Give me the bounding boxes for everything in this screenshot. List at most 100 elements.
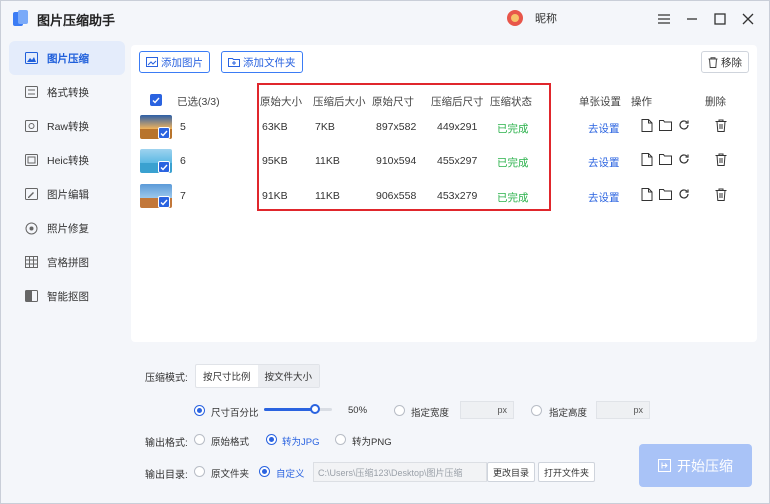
- row-checkbox[interactable]: [158, 196, 170, 208]
- comp-size: 11KB: [315, 155, 340, 167]
- single-setting-link[interactable]: 去设置: [588, 190, 620, 205]
- format-jpg-label: 转为JPG: [282, 437, 320, 448]
- maximize-icon[interactable]: [709, 9, 731, 29]
- sidebar-item-format-convert[interactable]: 格式转换: [9, 75, 125, 109]
- table-row[interactable]: 5 63KB 7KB 897x582 449x291 已完成 去设置: [131, 115, 757, 149]
- user-nickname[interactable]: 昵称: [535, 10, 557, 26]
- minimize-icon[interactable]: [681, 9, 703, 29]
- app-logo-icon: [13, 10, 29, 28]
- add-image-label: 添加图片: [161, 56, 203, 69]
- start-compress-label: 开始压缩: [677, 457, 733, 474]
- header-single-setting: 单张设置: [579, 96, 621, 108]
- px-unit: px: [497, 405, 507, 415]
- open-folder-button[interactable]: 打开文件夹: [538, 462, 596, 482]
- sidebar-item-image-edit[interactable]: 图片编辑: [9, 177, 125, 211]
- size-percent-radio[interactable]: [194, 405, 205, 416]
- format-original-label: 原始格式: [211, 437, 250, 448]
- file-icon[interactable]: [641, 153, 653, 166]
- file-icon[interactable]: [641, 188, 653, 201]
- status-badge: 已完成: [497, 192, 529, 204]
- title-bar: 图片压缩助手 昵称: [1, 1, 769, 37]
- refresh-icon[interactable]: [678, 119, 690, 131]
- header-status: 压缩状态: [490, 96, 532, 108]
- header-orig-size: 原始大小: [260, 96, 302, 108]
- file-name: 5: [180, 121, 186, 133]
- table-row[interactable]: 6 95KB 11KB 910x594 455x297 已完成 去设置: [131, 149, 757, 183]
- dir-custom-label: 自定义: [276, 469, 305, 480]
- smart-cutout-icon: [24, 289, 38, 303]
- start-compress-button[interactable]: 开始压缩: [639, 444, 752, 487]
- height-input[interactable]: px: [596, 401, 650, 419]
- folder-icon[interactable]: [659, 153, 672, 165]
- comp-dim: 453x279: [437, 190, 478, 202]
- refresh-icon[interactable]: [678, 153, 690, 165]
- sidebar-item-photo-repair[interactable]: 照片修复: [9, 211, 125, 245]
- status-badge: 已完成: [497, 157, 529, 169]
- image-edit-icon: [24, 187, 38, 201]
- mode-by-size-ratio[interactable]: 按尺寸比例: [196, 365, 258, 387]
- orig-dim: 910x594: [376, 155, 417, 167]
- dir-custom-radio[interactable]: [259, 466, 270, 477]
- size-percent-slider[interactable]: [264, 404, 332, 414]
- sidebar-item-smart-cutout[interactable]: 智能抠图: [9, 279, 125, 313]
- delete-icon[interactable]: [715, 153, 727, 166]
- remove-label: 移除: [721, 56, 742, 69]
- status-badge: 已完成: [497, 123, 529, 135]
- add-image-button[interactable]: 添加图片: [139, 51, 210, 73]
- dir-original-radio[interactable]: [194, 466, 205, 477]
- comp-size: 11KB: [315, 190, 340, 202]
- header-comp-size: 压缩后大小: [313, 96, 366, 108]
- check-icon: [160, 199, 168, 206]
- width-input[interactable]: px: [460, 401, 514, 419]
- slider-handle[interactable]: [310, 404, 320, 414]
- mode-by-file-size[interactable]: 按文件大小: [257, 365, 320, 387]
- refresh-icon[interactable]: [678, 188, 690, 200]
- output-path-field[interactable]: C:\Users\压缩123\Desktop\图片压缩: [313, 462, 487, 482]
- user-profile[interactable]: 昵称: [507, 10, 557, 26]
- row-checkbox[interactable]: [158, 161, 170, 173]
- sidebar-item-raw-convert[interactable]: Raw转换: [9, 109, 125, 143]
- table-row[interactable]: 7 91KB 11KB 906x558 453x279 已完成 去设置: [131, 184, 757, 218]
- sidebar-item-image-compress[interactable]: 图片压缩: [9, 41, 125, 75]
- sidebar: 图片压缩 格式转换 Raw转换 Heic转换 图片编辑 照片修复 宫格拼图 智能…: [1, 41, 131, 313]
- menu-icon[interactable]: [653, 9, 675, 29]
- single-setting-link[interactable]: 去设置: [588, 121, 620, 136]
- sidebar-item-label: Raw转换: [47, 120, 90, 133]
- add-folder-button[interactable]: 添加文件夹: [221, 51, 303, 73]
- height-radio[interactable]: [531, 405, 542, 416]
- format-png-label: 转为PNG: [352, 437, 392, 448]
- selected-count: 已选(3/3): [177, 96, 220, 108]
- sidebar-item-label: 格式转换: [47, 86, 89, 99]
- remove-button[interactable]: 移除: [701, 51, 749, 73]
- heic-convert-icon: [24, 153, 38, 167]
- close-icon[interactable]: [737, 9, 759, 29]
- folder-icon[interactable]: [659, 119, 672, 131]
- image-compress-icon: [24, 51, 38, 65]
- output-format-label: 输出格式:: [145, 438, 188, 449]
- single-setting-link[interactable]: 去设置: [588, 155, 620, 170]
- format-jpg-radio[interactable]: [266, 434, 277, 445]
- add-folder-label: 添加文件夹: [243, 56, 296, 69]
- delete-icon[interactable]: [715, 119, 727, 132]
- select-all-checkbox[interactable]: [150, 94, 162, 106]
- avatar[interactable]: [507, 10, 523, 26]
- orig-dim: 906x558: [376, 190, 417, 202]
- sidebar-item-label: 宫格拼图: [47, 256, 89, 269]
- width-radio[interactable]: [394, 405, 405, 416]
- height-label: 指定高度: [549, 408, 588, 419]
- width-label: 指定宽度: [411, 408, 450, 419]
- folder-icon[interactable]: [659, 188, 672, 200]
- file-list-panel: 添加图片 添加文件夹 移除 已选(3/3) 原始大小 压缩后大小 原始尺寸 压缩…: [131, 45, 757, 342]
- format-original-radio[interactable]: [194, 434, 205, 445]
- sidebar-item-grid-collage[interactable]: 宫格拼图: [9, 245, 125, 279]
- slider-fill: [264, 408, 315, 411]
- trash-icon: [708, 56, 718, 68]
- file-icon[interactable]: [641, 119, 653, 132]
- delete-icon[interactable]: [715, 188, 727, 201]
- orig-size: 63KB: [262, 121, 288, 133]
- sidebar-item-heic-convert[interactable]: Heic转换: [9, 143, 125, 177]
- row-checkbox[interactable]: [158, 127, 170, 139]
- format-png-radio[interactable]: [335, 434, 346, 445]
- sidebar-item-label: 照片修复: [47, 222, 89, 235]
- change-dir-button[interactable]: 更改目录: [487, 462, 536, 482]
